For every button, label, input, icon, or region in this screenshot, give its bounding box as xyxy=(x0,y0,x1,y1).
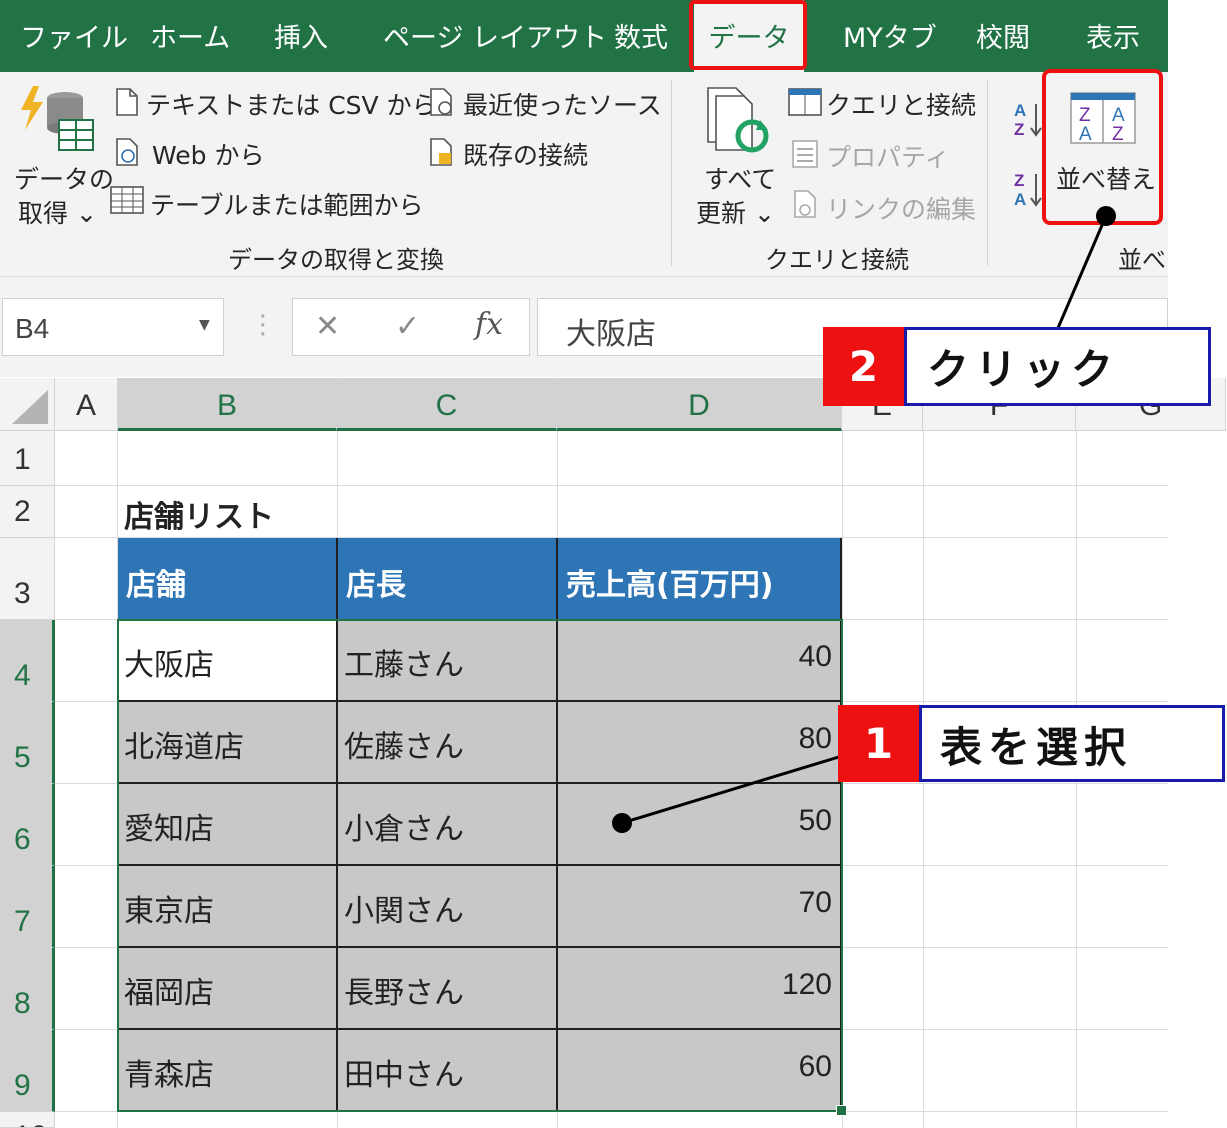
tab-formulas[interactable]: 数式 xyxy=(614,0,668,72)
tab-file[interactable]: ファイル xyxy=(20,0,128,72)
get-data-label-2[interactable]: 取得 ⌄ xyxy=(18,194,97,230)
edit-links-icon xyxy=(794,190,816,218)
row-header-3[interactable]: 3 xyxy=(0,538,55,620)
svg-text:Z: Z xyxy=(1014,120,1024,139)
svg-text:A: A xyxy=(1014,101,1026,120)
table-header-sales[interactable]: 売上高(百万円) xyxy=(558,538,842,620)
gridline xyxy=(55,485,1168,486)
row-header-6[interactable]: 6 xyxy=(0,784,55,866)
sort-ascending-icon[interactable]: A Z xyxy=(1012,98,1046,140)
existing-connections-button[interactable]: 既存の接続 xyxy=(463,136,588,172)
table-icon xyxy=(110,186,144,214)
name-box[interactable]: B4 ▼ xyxy=(2,298,224,356)
group-label-get-transform: データの取得と変換 xyxy=(228,246,444,274)
name-box-value: B4 xyxy=(15,313,50,344)
table-header-store[interactable]: 店舗 xyxy=(118,538,338,620)
queries-connections-icon xyxy=(788,88,822,116)
group-separator xyxy=(671,80,672,266)
formula-input-value: 大阪店 xyxy=(566,317,656,352)
recent-sources-icon xyxy=(430,88,452,116)
web-icon xyxy=(116,138,138,166)
group-label-queries: クエリと接続 xyxy=(765,246,909,274)
table-header-manager[interactable]: 店長 xyxy=(338,538,558,620)
get-data-label-1: データの xyxy=(14,165,115,194)
enter-icon[interactable]: ✓ xyxy=(395,309,420,344)
tab-insert[interactable]: 挿入 xyxy=(274,0,328,72)
sheet-title[interactable]: 店舗リスト xyxy=(124,492,274,536)
group-separator xyxy=(987,80,988,266)
row-header-4[interactable]: 4 xyxy=(0,620,55,702)
data-tab-highlight xyxy=(689,0,807,70)
callout-dot xyxy=(612,813,632,833)
fill-handle[interactable] xyxy=(836,1105,847,1116)
column-header-a[interactable]: A xyxy=(55,378,118,431)
edit-links-button[interactable]: リンクの編集 xyxy=(826,190,976,226)
database-icon xyxy=(21,86,94,151)
column-header-b[interactable]: B xyxy=(118,378,337,431)
from-web-button[interactable]: Web から xyxy=(152,136,264,172)
tab-my-tab[interactable]: MYタブ xyxy=(843,0,937,72)
tab-view[interactable]: 表示 xyxy=(1086,0,1140,72)
step-2-number: 2 xyxy=(823,327,904,406)
callout-dot xyxy=(1096,206,1116,226)
properties-icon xyxy=(792,140,818,168)
step-1-label: 表を選択 xyxy=(919,705,1225,782)
recent-sources-button[interactable]: 最近使ったソース xyxy=(463,86,662,122)
selection-outline xyxy=(117,619,843,1112)
sort-button-highlight xyxy=(1042,69,1163,225)
row-header-1[interactable]: 1 xyxy=(0,431,55,486)
row-header-7[interactable]: 7 xyxy=(0,866,55,948)
tab-page-layout[interactable]: ページ レイアウト xyxy=(383,0,607,72)
row-header-8[interactable]: 8 xyxy=(0,948,55,1030)
ribbon-tab-bar: ファイル ホーム 挿入 ページ レイアウト 数式 データ MYタブ 校閲 表示 xyxy=(0,0,1168,72)
chevron-down-icon[interactable]: ▼ xyxy=(199,317,210,333)
cancel-icon[interactable]: ✕ xyxy=(315,309,340,344)
step-2-label: クリック xyxy=(904,327,1211,406)
formula-bar-grip-icon: ⋮ xyxy=(250,310,276,340)
from-table-button[interactable]: テーブルまたは範囲から xyxy=(150,186,424,222)
refresh-all-label-1[interactable]: すべて xyxy=(704,160,776,196)
step-1-number: 1 xyxy=(838,705,919,782)
existing-connections-icon xyxy=(430,138,452,166)
tab-review[interactable]: 校閲 xyxy=(976,0,1030,72)
group-label-sort: 並べ xyxy=(1118,246,1166,274)
from-text-csv-button[interactable]: テキストまたは CSV から xyxy=(146,86,437,122)
svg-text:Z: Z xyxy=(1014,171,1024,190)
select-all-corner[interactable] xyxy=(0,378,55,431)
row-header-2[interactable]: 2 xyxy=(0,486,55,538)
text-file-icon xyxy=(116,88,138,116)
get-data-button[interactable] xyxy=(15,84,97,156)
sort-descending-icon[interactable]: Z A xyxy=(1012,168,1046,210)
select-all-triangle-icon xyxy=(12,390,48,424)
refresh-all-icon xyxy=(707,87,769,153)
column-header-c[interactable]: C xyxy=(337,378,557,431)
refresh-all-label-2[interactable]: 更新 ⌄ xyxy=(696,194,775,230)
formula-buttons: ✕ ✓ fx xyxy=(292,298,530,356)
row-header-10[interactable]: 10 xyxy=(0,1112,55,1128)
properties-button[interactable]: プロパティ xyxy=(826,138,950,174)
insert-function-icon[interactable]: fx xyxy=(475,307,503,342)
row-header-5[interactable]: 5 xyxy=(0,702,55,784)
row-header-9[interactable]: 9 xyxy=(0,1030,55,1112)
queries-connections-button[interactable]: クエリと接続 xyxy=(826,86,976,122)
svg-text:A: A xyxy=(1014,190,1026,209)
tab-home[interactable]: ホーム xyxy=(150,0,230,72)
column-header-d[interactable]: D xyxy=(557,378,842,431)
